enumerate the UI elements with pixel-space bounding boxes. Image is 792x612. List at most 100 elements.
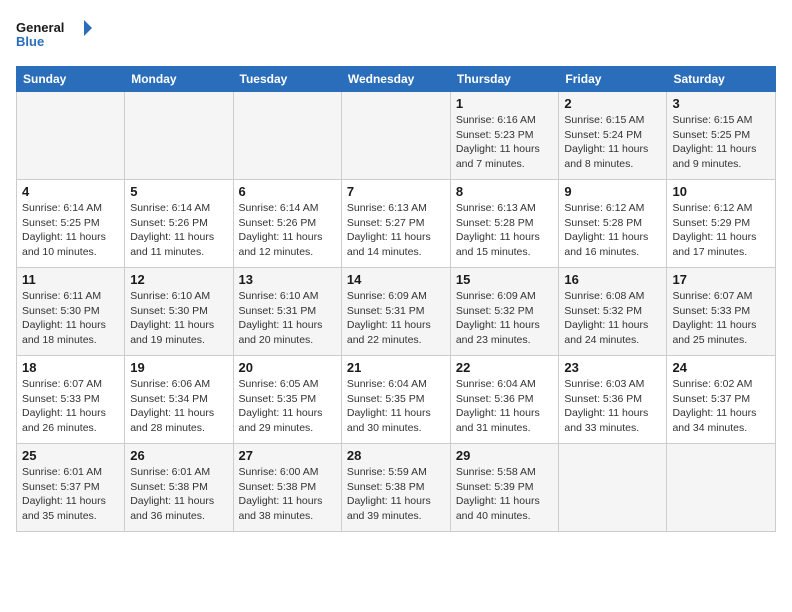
calendar-week-3: 18Sunrise: 6:07 AM Sunset: 5:33 PM Dayli… (17, 356, 776, 444)
calendar-cell: 1 Sunrise: 6:16 AM Sunset: 5:23 PM Daylig… (450, 92, 559, 180)
day-number: 10 (672, 184, 770, 199)
calendar-cell: 7Sunrise: 6:13 AM Sunset: 5:27 PM Daylig… (341, 180, 450, 268)
calendar-cell (233, 92, 341, 180)
day-info: Sunrise: 6:14 AM Sunset: 5:26 PM Dayligh… (130, 201, 227, 260)
day-info: Sunrise: 6:08 AM Sunset: 5:32 PM Dayligh… (564, 289, 661, 348)
calendar-table: SundayMondayTuesdayWednesdayThursdayFrid… (16, 66, 776, 532)
day-number: 18 (22, 360, 119, 375)
day-number: 9 (564, 184, 661, 199)
day-number: 11 (22, 272, 119, 287)
calendar-cell: 8 Sunrise: 6:13 AM Sunset: 5:28 PM Daylig… (450, 180, 559, 268)
day-number: 22 (456, 360, 554, 375)
day-number: 13 (239, 272, 336, 287)
day-info: Sunrise: 5:58 AM Sunset: 5:39 PM Dayligh… (456, 465, 554, 524)
calendar-cell (125, 92, 233, 180)
day-number: 1 (456, 96, 554, 111)
calendar-cell: 26Sunrise: 6:01 AM Sunset: 5:38 PM Dayli… (125, 444, 233, 532)
calendar-cell: 21 Sunrise: 6:04 AM Sunset: 5:35 PM Dayli… (341, 356, 450, 444)
day-number: 23 (564, 360, 661, 375)
day-info: Sunrise: 6:12 AM Sunset: 5:28 PM Dayligh… (564, 201, 661, 260)
calendar-cell: 24 Sunrise: 6:02 AM Sunset: 5:37 PM Dayli… (667, 356, 776, 444)
day-number: 4 (22, 184, 119, 199)
header-sunday: Sunday (17, 67, 125, 92)
header-wednesday: Wednesday (341, 67, 450, 92)
calendar-cell: 25Sunrise: 6:01 AM Sunset: 5:37 PM Dayli… (17, 444, 125, 532)
header: General Blue (16, 16, 776, 56)
calendar-cell: 16 Sunrise: 6:08 AM Sunset: 5:32 PM Dayli… (559, 268, 667, 356)
day-info: Sunrise: 6:12 AM Sunset: 5:29 PM Dayligh… (672, 201, 770, 260)
header-tuesday: Tuesday (233, 67, 341, 92)
calendar-week-2: 11 Sunrise: 6:11 AM Sunset: 5:30 PM Dayli… (17, 268, 776, 356)
day-number: 6 (239, 184, 336, 199)
day-info: Sunrise: 6:06 AM Sunset: 5:34 PM Dayligh… (130, 377, 227, 436)
calendar-cell: 10 Sunrise: 6:12 AM Sunset: 5:29 PM Dayli… (667, 180, 776, 268)
calendar-cell: 9 Sunrise: 6:12 AM Sunset: 5:28 PM Daylig… (559, 180, 667, 268)
day-info: Sunrise: 6:09 AM Sunset: 5:31 PM Dayligh… (347, 289, 445, 348)
calendar-cell: 17 Sunrise: 6:07 AM Sunset: 5:33 PM Dayli… (667, 268, 776, 356)
day-info: Sunrise: 6:10 AM Sunset: 5:31 PM Dayligh… (239, 289, 336, 348)
day-number: 7 (347, 184, 445, 199)
calendar-cell: 27 Sunrise: 6:00 AM Sunset: 5:38 PM Dayli… (233, 444, 341, 532)
calendar-cell: 11 Sunrise: 6:11 AM Sunset: 5:30 PM Dayli… (17, 268, 125, 356)
day-info: Sunrise: 6:00 AM Sunset: 5:38 PM Dayligh… (239, 465, 336, 524)
header-monday: Monday (125, 67, 233, 92)
day-info: Sunrise: 5:59 AM Sunset: 5:38 PM Dayligh… (347, 465, 445, 524)
day-info: Sunrise: 6:15 AM Sunset: 5:24 PM Dayligh… (564, 113, 661, 172)
day-info: Sunrise: 6:10 AM Sunset: 5:30 PM Dayligh… (130, 289, 227, 348)
calendar-cell: 18Sunrise: 6:07 AM Sunset: 5:33 PM Dayli… (17, 356, 125, 444)
day-info: Sunrise: 6:14 AM Sunset: 5:26 PM Dayligh… (239, 201, 336, 260)
day-number: 8 (456, 184, 554, 199)
day-info: Sunrise: 6:13 AM Sunset: 5:28 PM Dayligh… (456, 201, 554, 260)
calendar-cell: 19 Sunrise: 6:06 AM Sunset: 5:34 PM Dayli… (125, 356, 233, 444)
day-number: 29 (456, 448, 554, 463)
svg-text:Blue: Blue (16, 34, 44, 49)
day-number: 21 (347, 360, 445, 375)
day-number: 27 (239, 448, 336, 463)
day-number: 2 (564, 96, 661, 111)
svg-text:General: General (16, 20, 64, 35)
calendar-week-1: 4 Sunrise: 6:14 AM Sunset: 5:25 PM Daylig… (17, 180, 776, 268)
logo: General Blue (16, 16, 96, 56)
header-saturday: Saturday (667, 67, 776, 92)
day-info: Sunrise: 6:14 AM Sunset: 5:25 PM Dayligh… (22, 201, 119, 260)
day-number: 20 (239, 360, 336, 375)
day-info: Sunrise: 6:02 AM Sunset: 5:37 PM Dayligh… (672, 377, 770, 436)
day-number: 28 (347, 448, 445, 463)
calendar-cell: 22 Sunrise: 6:04 AM Sunset: 5:36 PM Dayli… (450, 356, 559, 444)
day-info: Sunrise: 6:11 AM Sunset: 5:30 PM Dayligh… (22, 289, 119, 348)
day-info: Sunrise: 6:15 AM Sunset: 5:25 PM Dayligh… (672, 113, 770, 172)
calendar-cell: 15Sunrise: 6:09 AM Sunset: 5:32 PM Dayli… (450, 268, 559, 356)
calendar-cell: 5 Sunrise: 6:14 AM Sunset: 5:26 PM Daylig… (125, 180, 233, 268)
calendar-cell: 3Sunrise: 6:15 AM Sunset: 5:25 PM Daylig… (667, 92, 776, 180)
day-number: 16 (564, 272, 661, 287)
day-number: 14 (347, 272, 445, 287)
day-info: Sunrise: 6:05 AM Sunset: 5:35 PM Dayligh… (239, 377, 336, 436)
day-number: 17 (672, 272, 770, 287)
calendar-cell (559, 444, 667, 532)
calendar-header-row: SundayMondayTuesdayWednesdayThursdayFrid… (17, 67, 776, 92)
day-number: 24 (672, 360, 770, 375)
day-info: Sunrise: 6:04 AM Sunset: 5:35 PM Dayligh… (347, 377, 445, 436)
header-friday: Friday (559, 67, 667, 92)
calendar-cell: 12Sunrise: 6:10 AM Sunset: 5:30 PM Dayli… (125, 268, 233, 356)
logo-svg: General Blue (16, 16, 96, 56)
calendar-cell: 14 Sunrise: 6:09 AM Sunset: 5:31 PM Dayli… (341, 268, 450, 356)
day-info: Sunrise: 6:09 AM Sunset: 5:32 PM Dayligh… (456, 289, 554, 348)
calendar-cell: 29 Sunrise: 5:58 AM Sunset: 5:39 PM Dayli… (450, 444, 559, 532)
calendar-cell: 13 Sunrise: 6:10 AM Sunset: 5:31 PM Dayli… (233, 268, 341, 356)
day-info: Sunrise: 6:01 AM Sunset: 5:38 PM Dayligh… (130, 465, 227, 524)
day-number: 5 (130, 184, 227, 199)
day-info: Sunrise: 6:01 AM Sunset: 5:37 PM Dayligh… (22, 465, 119, 524)
calendar-cell: 28 Sunrise: 5:59 AM Sunset: 5:38 PM Dayli… (341, 444, 450, 532)
calendar-cell: 4 Sunrise: 6:14 AM Sunset: 5:25 PM Daylig… (17, 180, 125, 268)
calendar-cell: 6 Sunrise: 6:14 AM Sunset: 5:26 PM Daylig… (233, 180, 341, 268)
day-number: 19 (130, 360, 227, 375)
calendar-week-0: 1 Sunrise: 6:16 AM Sunset: 5:23 PM Daylig… (17, 92, 776, 180)
header-thursday: Thursday (450, 67, 559, 92)
calendar-cell: 23Sunrise: 6:03 AM Sunset: 5:36 PM Dayli… (559, 356, 667, 444)
day-info: Sunrise: 6:07 AM Sunset: 5:33 PM Dayligh… (672, 289, 770, 348)
calendar-week-4: 25Sunrise: 6:01 AM Sunset: 5:37 PM Dayli… (17, 444, 776, 532)
day-info: Sunrise: 6:04 AM Sunset: 5:36 PM Dayligh… (456, 377, 554, 436)
calendar-cell (341, 92, 450, 180)
day-info: Sunrise: 6:16 AM Sunset: 5:23 PM Dayligh… (456, 113, 554, 172)
